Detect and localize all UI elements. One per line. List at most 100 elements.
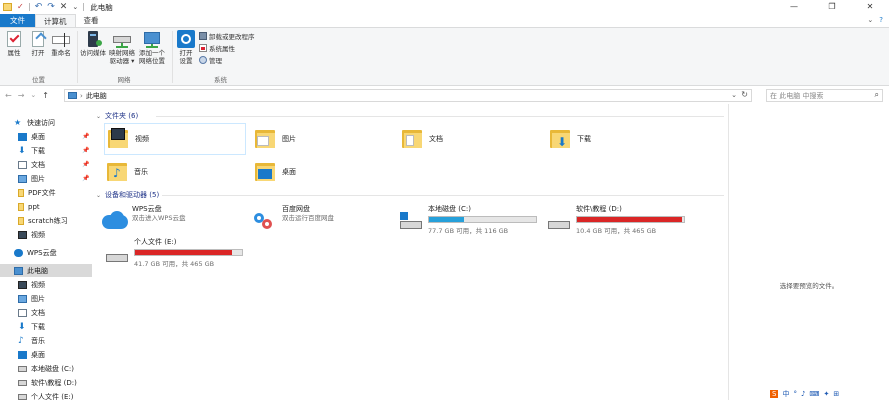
sidebar-item-drive-c[interactable]: 本地磁盘 (C:) (0, 362, 92, 375)
desktop-icon (18, 132, 27, 141)
search-placeholder: 在 此电脑 中搜索 (770, 91, 824, 100)
back-icon[interactable]: ← (5, 91, 12, 100)
open-button[interactable]: 打开 (27, 30, 49, 57)
baidu-netdisk-name: 百度网盘 (282, 205, 310, 213)
folder-tile-downloads[interactable]: ⬇ 下载 (547, 123, 689, 155)
sidebar-item-pc-pictures[interactable]: 图片 (0, 292, 92, 305)
drive-icon (18, 393, 27, 400)
tray-ime-icon[interactable]: 中 (782, 389, 789, 399)
drive-d-tile[interactable]: 软件\教程 (D:) 10.4 GB 可用，共 465 GB (546, 205, 694, 239)
picture-folder-icon (252, 126, 278, 152)
tab-view[interactable]: 查看 (76, 14, 107, 27)
cloud-icon (14, 248, 23, 257)
pin-icon[interactable]: 📌 (82, 147, 89, 154)
collapse-ribbon-icon[interactable]: ⌄ (867, 16, 873, 24)
sidebar-item-downloads[interactable]: ⬇ 下载 📌 (0, 144, 92, 157)
sidebar-item-label: 文档 (31, 308, 45, 317)
sogou-input-icon[interactable]: S (770, 390, 779, 398)
up-icon[interactable]: ↑ (42, 91, 49, 100)
sidebar-item-pc-downloads[interactable]: ⬇ 下载 (0, 320, 92, 333)
wps-cloud-tile[interactable]: WPS云盘 双击进入WPS云盘 (102, 205, 244, 239)
navigation-bar: ← → ⌄ ↑ › 此电脑 ⌄ ↻ 在 此电脑 中搜索 ⌕ (0, 88, 889, 103)
drive-e-tile[interactable]: 个人文件 (E:) 41.7 GB 可用，共 465 GB (104, 238, 252, 272)
customize-toolbar-icon[interactable]: ⌄ (72, 0, 78, 14)
sidebar-item-pc-documents[interactable]: 文档 (0, 306, 92, 319)
sidebar-item-documents[interactable]: 文档 📌 (0, 158, 92, 171)
devices-section-header[interactable]: ⌄ 设备和驱动器 (5) (96, 190, 159, 200)
sidebar-item-pc-desktop[interactable]: 桌面 (0, 348, 92, 361)
tray-voice-icon[interactable]: ♪ (801, 390, 805, 398)
rename-button[interactable]: 重命名 (50, 30, 72, 57)
system-properties-button[interactable]: 系统属性 (199, 43, 235, 53)
rename-icon (51, 30, 71, 48)
tab-computer[interactable]: 计算机 (35, 14, 76, 27)
folders-section-header[interactable]: ⌄ 文件夹 (6) (96, 111, 138, 121)
sidebar-item-pdf[interactable]: PDF文件 (0, 186, 92, 199)
sidebar-item-ppt[interactable]: ppt (0, 200, 92, 213)
baidu-netdisk-sub: 双击运行百度网盘 (282, 214, 334, 222)
drive-usage-bar (134, 249, 243, 256)
music-folder-icon: ♪ (104, 159, 130, 185)
access-media-label: 访问媒体 (80, 49, 106, 57)
address-bar[interactable]: › 此电脑 ⌄ ↻ (64, 89, 752, 102)
folder-tile-desktop[interactable]: 桌面 (252, 156, 394, 188)
map-network-drive-label-1: 映射网络 (109, 49, 135, 57)
properties-icon[interactable]: ✓ (17, 0, 24, 14)
sidebar-item-drive-d[interactable]: 软件\教程 (D:) (0, 376, 92, 389)
sidebar-item-wps-cloud[interactable]: WPS云盘 (0, 246, 92, 259)
pin-icon[interactable]: 📌 (82, 175, 89, 182)
delete-icon[interactable]: ✕ (60, 0, 68, 14)
access-media-button[interactable]: 访问媒体 (80, 30, 106, 57)
redo-icon[interactable]: ↷ (47, 0, 55, 14)
refresh-icon[interactable]: ↻ (741, 90, 748, 99)
folder-tile-videos[interactable]: 视频 (104, 123, 246, 155)
sidebar-item-label: 软件\教程 (D:) (31, 378, 77, 387)
tray-keyboard-icon[interactable]: ⌨ (809, 390, 819, 398)
minimize-button[interactable]: — (775, 0, 813, 14)
close-button[interactable]: ✕ (851, 0, 889, 14)
baidu-netdisk-tile[interactable]: 百度网盘 双击运行百度网盘 (252, 205, 394, 239)
recent-locations-icon[interactable]: ⌄ (30, 91, 36, 100)
sidebar-item-pc-videos[interactable]: 视频 (0, 278, 92, 291)
drive-c-tile[interactable]: 本地磁盘 (C:) 77.7 GB 可用，共 116 GB (398, 205, 546, 239)
folder-tile-pictures[interactable]: 图片 (252, 123, 394, 155)
toolbar-separator (83, 3, 85, 11)
pin-icon[interactable]: 📌 (82, 133, 89, 140)
sidebar-item-label: 文档 (31, 160, 45, 169)
open-label: 打开 (31, 49, 45, 57)
maximize-button[interactable]: ❐ (813, 0, 851, 14)
folder-tile-music[interactable]: ♪ 音乐 (104, 156, 246, 188)
forward-icon[interactable]: → (18, 91, 25, 100)
map-network-drive-button[interactable]: 映射网络 驱动器 ▾ (108, 30, 136, 65)
desktop-folder-icon (252, 159, 278, 185)
open-settings-button[interactable]: 打开 设置 (175, 30, 197, 65)
preview-pane: 选择要预览的文件。 (728, 104, 889, 400)
tray-punctuation-icon[interactable]: ° (793, 390, 797, 398)
sidebar-item-drive-e[interactable]: 个人文件 (E:) (0, 390, 92, 400)
tray-menu-icon[interactable]: ⊞ (833, 390, 839, 398)
sidebar-item-scratch[interactable]: scratch练习 (0, 214, 92, 227)
video-folder-icon (105, 126, 131, 152)
sidebar-item-pictures[interactable]: 图片 📌 (0, 172, 92, 185)
manage-button[interactable]: 管理 (199, 55, 222, 65)
sidebar-item-desktop[interactable]: 桌面 📌 (0, 130, 92, 143)
address-dropdown-icon[interactable]: ⌄ (731, 91, 737, 99)
add-network-location-button[interactable]: 添加一个 网络位置 (138, 30, 166, 65)
help-icon[interactable]: ? (879, 16, 883, 24)
sidebar-item-this-pc[interactable]: 此电脑 (0, 264, 92, 277)
sidebar-item-videos[interactable]: 视频 (0, 228, 92, 241)
properties-label: 属性 (7, 49, 21, 57)
video-icon (18, 230, 27, 239)
undo-icon[interactable]: ↶ (35, 0, 43, 14)
breadcrumb[interactable]: 此电脑 (86, 91, 107, 101)
search-box[interactable]: 在 此电脑 中搜索 ⌕ (766, 89, 883, 102)
tray-skin-icon[interactable]: ✦ (824, 390, 830, 398)
uninstall-program-button[interactable]: 卸载或更改程序 (199, 31, 255, 41)
sidebar-quick-access[interactable]: ★ 快速访问 (0, 116, 92, 129)
tab-file[interactable]: 文件 (0, 14, 35, 27)
pin-icon[interactable]: 📌 (82, 161, 89, 168)
folder-tile-documents[interactable]: 文档 (399, 123, 541, 155)
properties-button[interactable]: 属性 (3, 30, 25, 57)
folder-label: 桌面 (282, 168, 296, 176)
sidebar-item-pc-music[interactable]: ♪ 音乐 (0, 334, 92, 347)
